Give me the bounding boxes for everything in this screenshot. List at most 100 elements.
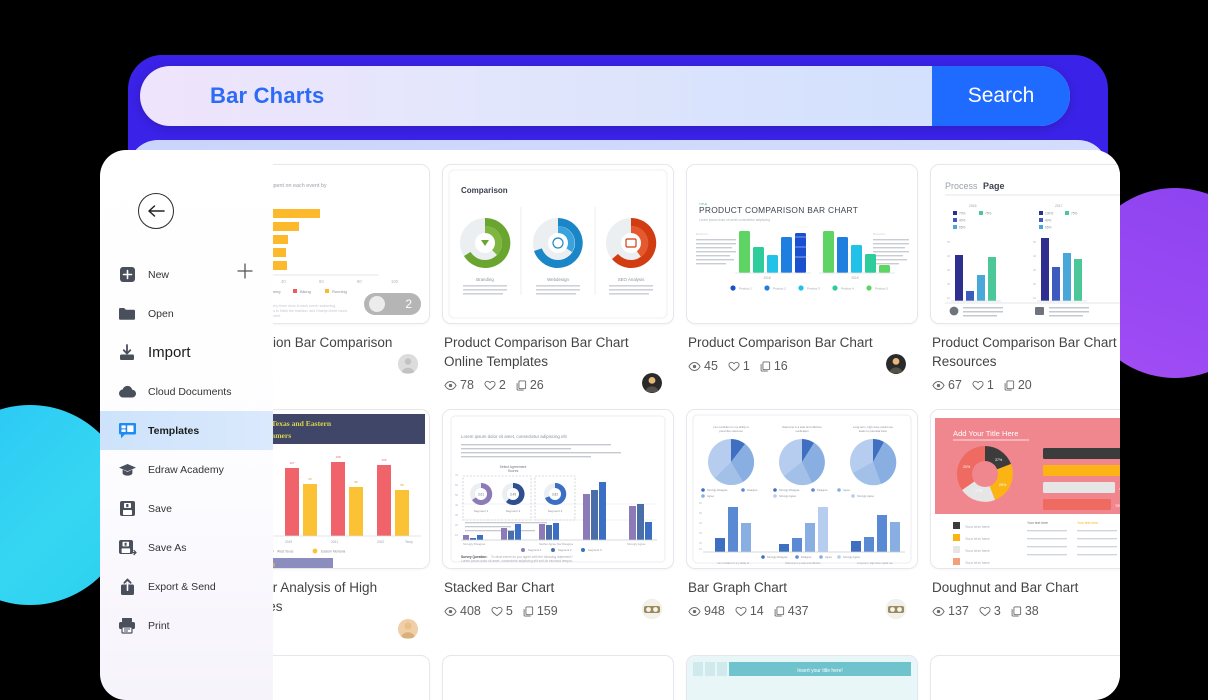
copy-icon [760,361,770,372]
avatar [886,599,906,620]
svg-text:Product 5: Product 5 [875,287,888,291]
likes-count: 3 [993,604,1001,619]
avatar [642,599,662,620]
sidebar-item-label: Export & Send [148,580,216,593]
svg-text:Temp: Temp [405,540,413,544]
svg-text:Your text here: Your text here [965,524,991,529]
template-thumbnail[interactable]: I am confident in my ability to prescribe… [686,409,918,570]
svg-text:10: 10 [455,533,459,537]
svg-text:100: 100 [391,279,399,284]
app-window: New Open Import Cloud Documents Template… [100,150,1120,700]
svg-text:Strongly Agree: Strongly Agree [857,494,875,498]
sidebar-item-save[interactable]: Save [100,489,273,528]
sidebar: New Open Import Cloud Documents Template… [100,150,273,700]
template-card[interactable]: Lorem ipsum dolor sit amet, consectetur … [442,409,674,640]
back-button[interactable] [138,193,174,229]
svg-text:Segment 3: Segment 3 [588,548,602,552]
screenshot-stage: Bar Charts Search New Open Import Cloud … [0,0,1208,700]
heart-icon [491,606,503,617]
template-thumbnail[interactable] [273,654,430,700]
sidebar-item-label: Edraw Academy [148,463,224,476]
svg-text:17%: 17% [975,489,983,493]
sidebar-nav: New Open Import Cloud Documents Template… [100,255,273,645]
sidebar-item-print[interactable]: Print [100,606,273,645]
template-title[interactable]: Product Comparison Bar Chart Online Temp… [444,333,670,371]
template-thumbnail[interactable]: Comparison Branding Webdesign SEO Analys… [442,164,674,324]
sidebar-item-cloud-documents[interactable]: Cloud Documents [100,372,273,411]
sidebar-item-save-as[interactable]: Save As [100,528,273,567]
template-title[interactable]: Bar Graph Chart [688,578,914,597]
template-thumbnail[interactable]: Process Page 2016 70% 75% 40% 65% 50 40 30… [930,164,1120,324]
folder-icon [117,304,137,324]
sidebar-item-export-and-send[interactable]: Export & Send [100,567,273,606]
sidebar-item-label: New [148,268,170,281]
svg-text:SEO Analysis: SEO Analysis [618,277,645,282]
search-button[interactable]: Search [932,66,1070,126]
template-thumbnail[interactable]: Add Your Title Here 37% 26% 17% 20% 40% … [930,409,1120,570]
svg-text:Segment 3: Segment 3 [548,509,563,513]
template-card[interactable]: Process Page 2016 70% 75% 40% 65% 50 40 30… [930,164,1120,395]
svg-text:Lorem ipsum dolor sit amet con: Lorem ipsum dolor sit amet consectetur a… [699,218,770,222]
template-thumbnail[interactable]: Extremes in West Texas and Eastern Monta… [273,409,430,570]
template-card[interactable]: TITLE PRODUCT COMPARISON BAR CHART Lorem… [686,164,918,395]
svg-text:Your text here: Your text here [1027,521,1048,525]
likes-count: 1 [986,378,994,393]
template-title[interactable]: Stacked Bar Chart [444,578,670,597]
svg-text:Record 1: Record 1 [696,232,709,236]
svg-text:Product 2: Product 2 [773,287,786,291]
template-thumbnail[interactable] [442,654,674,700]
svg-text:50: 50 [947,240,951,244]
svg-text:2022: 2022 [377,540,384,544]
likes-count: 1 [742,359,750,374]
sidebar-item-edraw-academy[interactable]: Edraw Academy [100,450,273,489]
template-title[interactable]: Time Allocation Bar Comparison [273,333,426,352]
sidebar-item-templates[interactable]: Templates [100,411,273,450]
svg-text:PRODUCT COMPARISON BAR CHART: PRODUCT COMPARISON BAR CHART [699,205,858,215]
sidebar-item-label: Cloud Documents [148,385,232,398]
svg-text:75%: 75% [985,212,992,216]
radial-trio-thumb: Comparison Branding Webdesign SEO Analys… [443,165,673,323]
template-card[interactable] [442,654,674,700]
avatar [398,618,418,639]
svg-text:2016: 2016 [969,204,977,208]
template-title[interactable]: Doughnut and Bar Chart [932,578,1120,597]
views-stat: 137 [932,604,969,618]
svg-text:Running: Running [332,289,347,294]
svg-text:Segment 1: Segment 1 [528,548,542,552]
template-card[interactable]: Extremes in West Texas and Eastern Monta… [273,409,430,640]
template-card[interactable] [930,654,1120,700]
svg-text:Strongly Disagree: Strongly Disagree [779,488,800,492]
svg-text:26%: 26% [999,483,1007,487]
template-title[interactable]: Product Comparison Bar Chart Free Resour… [932,333,1120,371]
template-thumbnail[interactable]: Lorem ipsum dolor sit amet, consectetur … [442,409,674,570]
template-card[interactable]: Add Your Title Here 37% 26% 17% 20% 40% … [930,409,1120,640]
template-card[interactable] [273,654,430,700]
svg-text:Product 3: Product 3 [807,287,820,291]
template-thumbnail[interactable]: athlon, percentage of time spent on each… [273,164,430,324]
svg-text:Your text here: Your text here [965,560,991,565]
avatar [642,373,662,394]
sidebar-item-open[interactable]: Open [100,294,273,333]
svg-text:2019: 2019 [851,276,858,280]
likes-stat: 2 [484,378,506,392]
template-thumbnail[interactable]: TITLE PRODUCT COMPARISON BAR CHART Lorem… [686,164,918,324]
svg-text:Segment 2: Segment 2 [558,548,572,552]
views-stat: 45 [688,359,718,373]
template-card[interactable]: I am confident in my ability to prescribe… [686,409,918,640]
sidebar-item-import[interactable]: Import [100,333,273,372]
svg-text:Product 1: Product 1 [739,287,752,291]
heart-icon [484,380,496,391]
template-thumbnail[interactable]: Insert your title here! [686,654,918,700]
template-title[interactable]: Product Comparison Bar Chart [688,333,914,352]
template-thumbnail[interactable] [930,654,1120,700]
save-as-icon [117,538,137,558]
template-card[interactable]: Comparison Branding Webdesign SEO Analys… [442,164,674,395]
sidebar-item-new[interactable]: New [100,255,273,294]
template-card[interactable]: Insert your title here! [686,654,918,700]
likes-count: 2 [498,378,506,393]
svg-text:Agree: Agree [843,488,850,492]
search-input[interactable]: Bar Charts [140,83,932,109]
copy-icon [516,380,526,391]
template-card[interactable]: athlon, percentage of time spent on each… [273,164,430,395]
template-title[interactable]: Bar Chart for Analysis of High Temperatu… [273,578,426,616]
